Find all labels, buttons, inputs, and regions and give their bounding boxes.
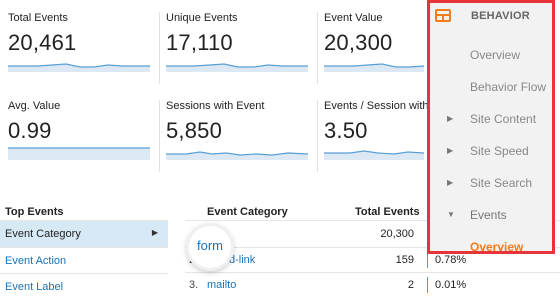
behavior-window-icon: [435, 9, 451, 22]
row-percent: 0.01%: [435, 279, 467, 291]
metric-value: 0.99: [8, 118, 52, 143]
behavior-menu-header[interactable]: BEHAVIOR: [430, 3, 552, 31]
metric-value: 20,461: [8, 30, 77, 55]
magnified-link-highlight[interactable]: form: [189, 226, 231, 268]
card-divider: [317, 12, 318, 84]
metric-label: Unique Events: [166, 12, 238, 24]
column-header-total-events[interactable]: Total Events: [355, 206, 420, 218]
menu-item-label: Events: [470, 208, 507, 222]
menu-item-label: Behavior Flow: [470, 80, 547, 94]
behavior-menu: BEHAVIOR Overview Behavior Flow ▶ Site C…: [427, 0, 555, 254]
top-events-item-label: Event Category: [5, 228, 81, 240]
menu-item-site-speed[interactable]: ▶ Site Speed: [430, 139, 552, 165]
menu-item-overview[interactable]: Overview: [430, 43, 552, 69]
chevron-right-icon: ▶: [447, 146, 454, 155]
column-header-event-category[interactable]: Event Category: [207, 206, 288, 218]
sparkline: [324, 150, 424, 160]
menu-item-label: Overview: [470, 48, 521, 62]
sparkline: [8, 147, 150, 160]
chevron-right-icon: ▶: [447, 114, 454, 123]
chevron-right-icon: ▶: [151, 228, 158, 237]
chevron-right-icon: ▶: [447, 178, 454, 187]
sparkline: [8, 63, 150, 72]
row-total: 20,300: [380, 228, 414, 240]
menu-item-label: Site Speed: [470, 144, 529, 158]
metric-card-unique-events[interactable]: Unique Events 17,110: [159, 8, 314, 88]
top-events-item-label: Event Action: [5, 255, 67, 267]
sparkline: [324, 63, 424, 72]
metric-label: Avg. Value: [8, 100, 61, 112]
top-events-title: Top Events: [5, 206, 64, 218]
menu-item-events[interactable]: ▼ Events: [430, 203, 552, 229]
row-total: 159: [395, 254, 414, 266]
menu-item-behavior-flow[interactable]: Behavior Flow: [430, 75, 552, 101]
metric-card-avg-value[interactable]: Avg. Value 0.99: [8, 96, 156, 176]
magnified-link-label[interactable]: form: [197, 238, 223, 253]
metric-value: 20,300: [324, 30, 393, 55]
menu-item-label: Overview: [470, 240, 524, 254]
metric-value: 17,110: [166, 30, 233, 55]
menu-item-events-overview[interactable]: Overview: [430, 235, 552, 261]
chevron-down-icon: ▼: [447, 210, 455, 219]
row-total: 2: [407, 279, 414, 291]
top-events-item-label: Event Label: [5, 281, 64, 293]
menu-item-site-content[interactable]: ▶ Site Content: [430, 107, 552, 133]
menu-item-site-search[interactable]: ▶ Site Search: [430, 171, 552, 197]
metric-label: Event Value: [324, 12, 383, 24]
row-number: 3.: [189, 279, 199, 291]
card-divider: [317, 100, 318, 172]
metric-card-total-events[interactable]: Total Events 20,461: [8, 8, 156, 88]
top-events-item-event-category[interactable]: Event Category ▶: [0, 221, 168, 247]
row-percent-bar: [427, 277, 428, 293]
top-events-item-event-label[interactable]: Event Label: [0, 274, 168, 300]
row-category-link[interactable]: mailto: [207, 279, 236, 291]
menu-item-label: Site Search: [470, 176, 533, 190]
metric-value: 3.50: [324, 118, 368, 143]
card-divider: [159, 100, 160, 172]
top-events-item-event-action[interactable]: Event Action: [0, 248, 168, 274]
behavior-menu-title: BEHAVIOR: [471, 10, 530, 22]
metric-label: Total Events: [8, 12, 68, 24]
metric-value: 5,850: [166, 118, 223, 143]
sparkline: [166, 151, 308, 160]
row-percent-bar: [427, 252, 428, 268]
sparkline: [166, 63, 308, 72]
table-row[interactable]: 3. mailto 2 0.01%: [185, 273, 560, 297]
row-category-link[interactable]: d-link: [229, 254, 255, 266]
card-divider: [159, 12, 160, 84]
menu-item-label: Site Content: [470, 112, 537, 126]
metric-card-sessions-with-event[interactable]: Sessions with Event 5,850: [159, 96, 314, 176]
metric-label: Sessions with Event: [166, 100, 265, 112]
